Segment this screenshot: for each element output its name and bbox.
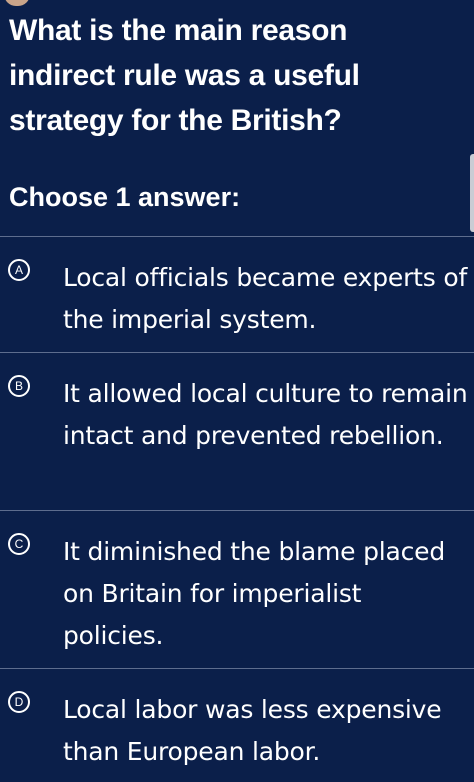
choose-answer-label: Choose 1 answer: [9,182,241,212]
choice-d-badge[interactable]: D [8,691,30,713]
choice-c-badge[interactable]: C [8,533,30,555]
choice-a-badge[interactable]: A [8,259,30,281]
question-text: What is the main reason indirect rule wa… [9,14,360,137]
choice-b-option[interactable]: B It allowed local culture to remain int… [0,352,474,510]
avatar [4,0,30,6]
choice-a-option[interactable]: A Local officials became experts of the … [0,236,474,352]
choice-a-text[interactable]: Local officials became experts of the im… [63,257,468,341]
choice-c-option[interactable]: C It diminished the blame placed on Brit… [0,510,474,668]
choice-d-text[interactable]: Local labor was less expensive than Euro… [63,689,468,773]
choice-b-badge[interactable]: B [8,375,30,397]
choice-b-text[interactable]: It allowed local culture to remain intac… [63,373,468,457]
choice-d-option[interactable]: D Local labor was less expensive than Eu… [0,668,474,782]
choice-c-text[interactable]: It diminished the blame placed on Britai… [63,531,468,657]
scrollbar-thumb[interactable] [470,154,474,232]
answer-choices: A Local officials became experts of the … [0,236,474,782]
